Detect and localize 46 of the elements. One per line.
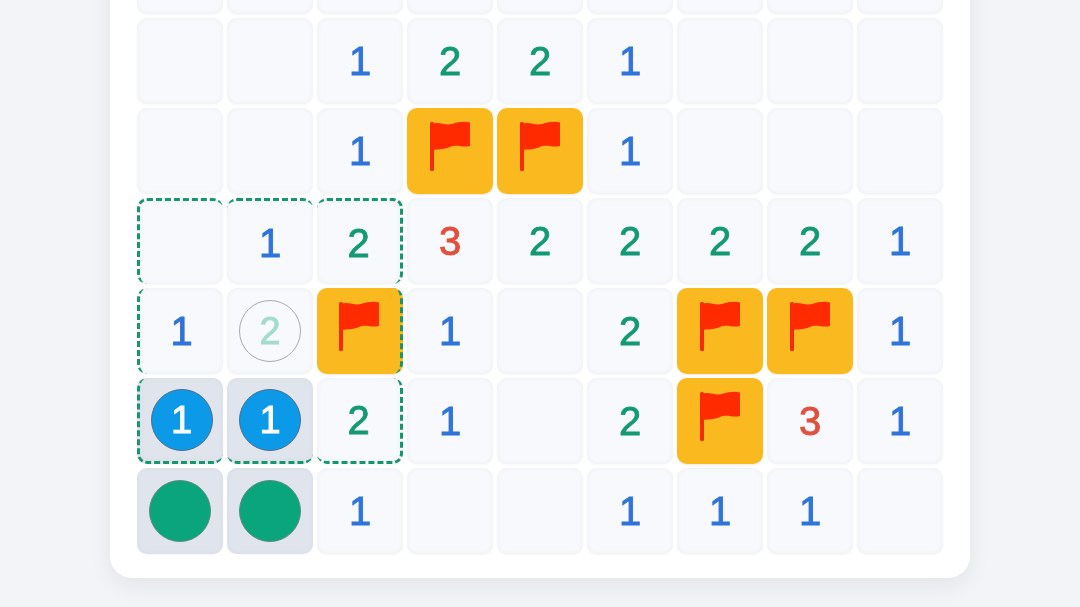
number-tile[interactable]: 3 <box>767 378 853 464</box>
number-tile[interactable]: 1 <box>857 198 943 284</box>
flag-icon <box>790 301 830 351</box>
flag-icon <box>700 391 740 441</box>
number-tile[interactable]: 2 <box>587 378 673 464</box>
flag-tile[interactable] <box>677 288 763 374</box>
number-tile[interactable]: 1 <box>317 18 403 104</box>
number-tile[interactable]: 1 <box>587 468 673 554</box>
number-tile[interactable]: 1 <box>317 468 403 554</box>
flag-tile[interactable] <box>677 378 763 464</box>
number-tile[interactable]: 2 <box>587 198 673 284</box>
number-tile[interactable]: 2 <box>317 198 403 284</box>
number-tile[interactable]: 1 <box>587 18 673 104</box>
disc-tile[interactable] <box>137 468 223 554</box>
flag-icon <box>338 301 379 351</box>
number-tile[interactable]: 1 <box>407 378 493 464</box>
number-tile[interactable]: 2 <box>407 18 493 104</box>
number-tile[interactable]: 1 <box>677 468 763 554</box>
number-tile[interactable]: 2 <box>587 288 673 374</box>
flag-icon <box>430 121 470 171</box>
number-tile[interactable]: 2 <box>317 378 403 464</box>
number-tile[interactable]: 1 <box>407 288 493 374</box>
disc-tile[interactable] <box>227 468 313 554</box>
number-tile[interactable]: 1 <box>227 198 313 284</box>
number-tile[interactable]: 2 <box>497 18 583 104</box>
number-disc: 1 <box>150 388 213 451</box>
flag-tile[interactable] <box>767 288 853 374</box>
flag-tile[interactable] <box>497 108 583 194</box>
number-tile[interactable]: 1 <box>137 288 223 374</box>
number-disc: 1 <box>239 388 301 451</box>
flag-icon <box>520 121 560 171</box>
number-tile[interactable]: 1 <box>857 288 943 374</box>
number-tile[interactable]: 1 <box>317 108 403 194</box>
number-tile[interactable]: 2 <box>767 198 853 284</box>
number-tile[interactable]: 1 <box>857 378 943 464</box>
number-tile[interactable]: 2 <box>677 198 763 284</box>
number-tile[interactable]: 1 <box>767 468 853 554</box>
flag-tile[interactable] <box>407 108 493 194</box>
disc-number-tile[interactable]: 1 <box>227 378 313 464</box>
flag-icon <box>700 301 740 351</box>
number-tile[interactable]: 1 <box>587 108 673 194</box>
flag-tile[interactable] <box>317 288 403 374</box>
number-tile[interactable]: 3 <box>407 198 493 284</box>
empty-tile[interactable] <box>137 198 223 284</box>
disc-number-tile[interactable]: 1 <box>137 378 223 464</box>
number-tile[interactable]: 2 <box>497 198 583 284</box>
